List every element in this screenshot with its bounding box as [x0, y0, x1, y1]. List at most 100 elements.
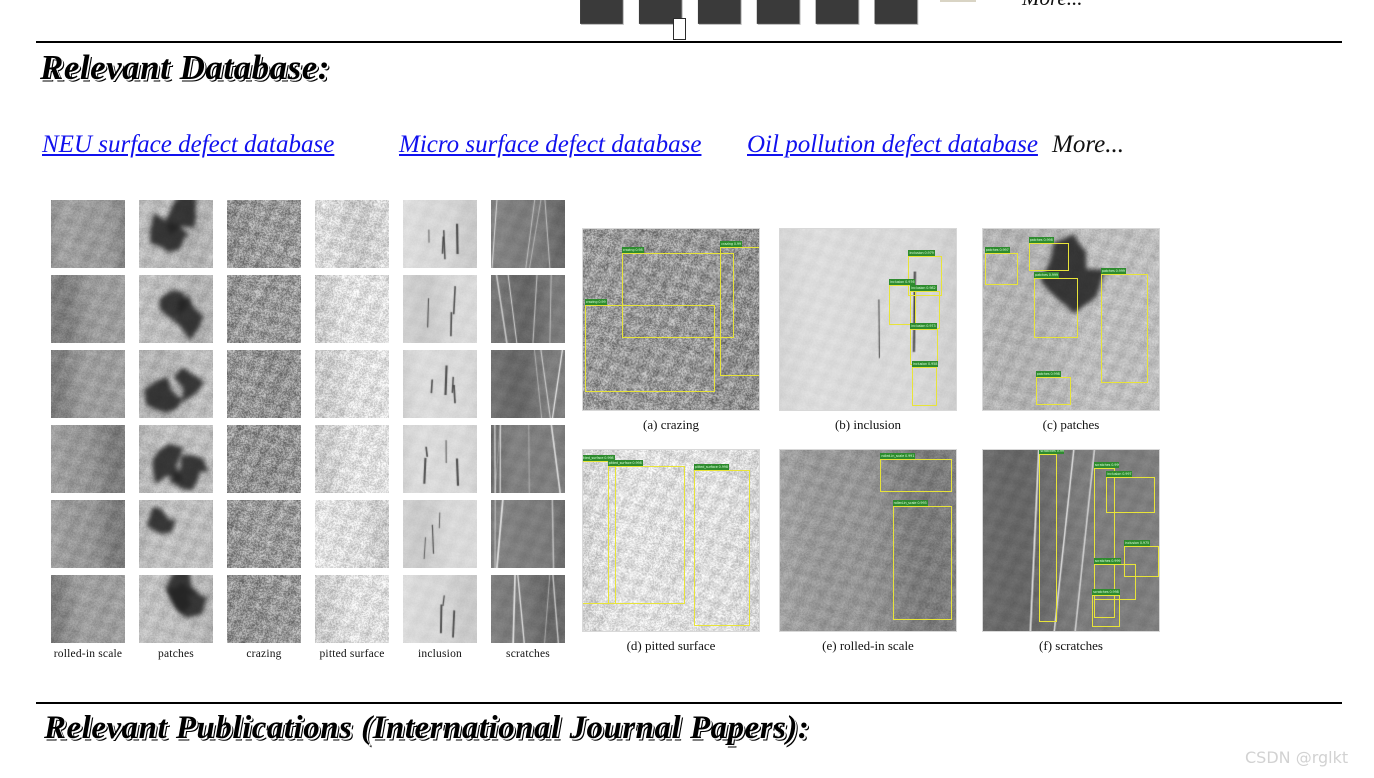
detection-result-item: patches 0.997 patches 0.998 patches 0.999 p…: [982, 228, 1160, 433]
detection-class-label: pitted_surface 0.998: [693, 463, 729, 470]
sample-cell: [491, 500, 565, 568]
detection-class-label: inclusion 0.997: [1106, 471, 1133, 478]
defect-texture-image: [491, 500, 565, 568]
detection-caption: (a) crazing: [643, 417, 699, 432]
detection-class-label: rolled-in_scale 0.993: [892, 500, 928, 507]
sample-cell: [403, 200, 477, 268]
detection-caption: (f) scratches: [1039, 638, 1103, 653]
database-more-label[interactable]: More...: [1052, 131, 1124, 159]
detection-result-item: scratches 0.999 scratches 0.999 inclusion …: [982, 449, 1160, 654]
detection-class-label: patches 0.998: [1035, 371, 1061, 378]
detection-class-label: pitted_surface 0.998: [607, 460, 643, 467]
detection-class-label: crazing 0.99: [584, 299, 607, 306]
banner-swatch: [940, 0, 976, 2]
detection-caption: (d) pitted surface: [626, 638, 716, 653]
defect-texture-image: [227, 200, 301, 268]
defect-texture-image: [491, 350, 565, 418]
link-micro-surface-defect-database[interactable]: Micro surface defect database: [399, 131, 701, 159]
missing-glyph-box: [673, 18, 686, 40]
detection-texture-image: [780, 229, 956, 410]
csdn-watermark: CSDN @rglkt: [1245, 748, 1349, 767]
sample-cell: [51, 350, 125, 418]
grid-column-label: scratches: [506, 648, 550, 660]
detection-class-label: inclusion 0.982: [910, 284, 937, 291]
defect-texture-image: [139, 425, 213, 493]
defect-texture-image: [315, 275, 389, 343]
detection-image: crazing 0.98 crazing 0.99 crazing 0.99: [582, 228, 760, 411]
sample-cell: [51, 275, 125, 343]
sample-cell: [315, 350, 389, 418]
detection-caption: (b) inclusion: [834, 417, 902, 432]
defect-texture-image: [227, 350, 301, 418]
sample-cell: [491, 350, 565, 418]
defect-texture-image: [139, 500, 213, 568]
defect-texture-image: [139, 275, 213, 343]
detection-class-label: crazing 0.98: [621, 246, 644, 253]
sample-cell: [491, 200, 565, 268]
sample-cell: [139, 500, 213, 568]
detection-result-item: inclusion 0.979 inclusion 0.976 inclusion …: [779, 228, 957, 433]
sample-cell: [227, 350, 301, 418]
detection-class-label: inclusion 0.973: [910, 322, 937, 329]
detection-image: patches 0.997 patches 0.998 patches 0.999 p…: [982, 228, 1160, 411]
defect-texture-image: [403, 575, 477, 643]
sample-cell: [139, 350, 213, 418]
detection-texture-image: [780, 450, 956, 631]
link-neu-surface-defect-database[interactable]: NEU surface defect database: [42, 131, 334, 159]
defect-texture-image: [51, 575, 125, 643]
detection-caption: (c) patches: [1042, 417, 1100, 432]
sample-cell: [403, 350, 477, 418]
detection-texture-image: [583, 229, 759, 410]
defect-texture-image: [491, 425, 565, 493]
detection-class-label: inclusion 0.979: [908, 250, 935, 257]
defect-texture-image: [51, 275, 125, 343]
sample-cell: [491, 425, 565, 493]
detection-results-panel: crazing 0.98 crazing 0.99 crazing 0.99 (a) …: [582, 228, 1182, 660]
defect-texture-image: [403, 275, 477, 343]
detection-class-label: rolled-in_scale 0.991: [880, 453, 916, 460]
detection-image: scratches 0.999 scratches 0.999 inclusion …: [982, 449, 1160, 632]
defect-texture-image: [139, 575, 213, 643]
defect-texture-image: [227, 500, 301, 568]
relevant-database-heading: Relevant Database:: [40, 48, 330, 87]
sample-cell: [51, 200, 125, 268]
defect-texture-image: [315, 500, 389, 568]
detection-class-label: inclusion 0.975: [1123, 539, 1151, 546]
grid-column-label: patches: [158, 648, 194, 660]
grid-column-label: inclusion: [418, 648, 462, 660]
sample-cell: [403, 575, 477, 643]
detection-class-label: patches 0.999: [1034, 271, 1059, 278]
defect-texture-image: [51, 200, 125, 268]
sample-cell: [491, 275, 565, 343]
defect-texture-image: [51, 425, 125, 493]
sample-cell: [227, 500, 301, 568]
detection-class-label: scratches 0.999: [1093, 462, 1119, 469]
defect-texture-image: [403, 500, 477, 568]
defect-texture-image: [403, 200, 477, 268]
sample-cell: [403, 275, 477, 343]
defect-texture-image: [315, 350, 389, 418]
sample-cell: [315, 425, 389, 493]
sample-cell: [227, 575, 301, 643]
defect-texture-image: [51, 500, 125, 568]
detection-class-label: patches 0.999: [1100, 268, 1126, 275]
defect-texture-image: [139, 200, 213, 268]
defect-texture-image: [227, 275, 301, 343]
sample-cell: [139, 575, 213, 643]
detection-class-label: patches 0.997: [984, 246, 1010, 253]
sample-cell: [315, 275, 389, 343]
top-more-link[interactable]: More...: [1022, 0, 1082, 11]
defect-texture-image: [51, 350, 125, 418]
defect-texture-image: [227, 575, 301, 643]
detection-caption: (e) rolled-in scale: [822, 638, 914, 653]
link-oil-pollution-defect-database[interactable]: Oil pollution defect database: [747, 131, 1038, 159]
defect-texture-image: [403, 350, 477, 418]
sample-cell: [139, 275, 213, 343]
sample-cell: [139, 425, 213, 493]
defect-sample-grid: [51, 200, 567, 643]
sample-cell: [491, 575, 565, 643]
defect-sample-grid-labels: rolled-in scale patches crazing pitted surf…: [51, 648, 567, 660]
detection-result-item: pitted_surface 0.998 pitted_surface 0.998…: [582, 449, 760, 654]
defect-texture-image: [491, 575, 565, 643]
divider-bottom: [36, 702, 1342, 704]
